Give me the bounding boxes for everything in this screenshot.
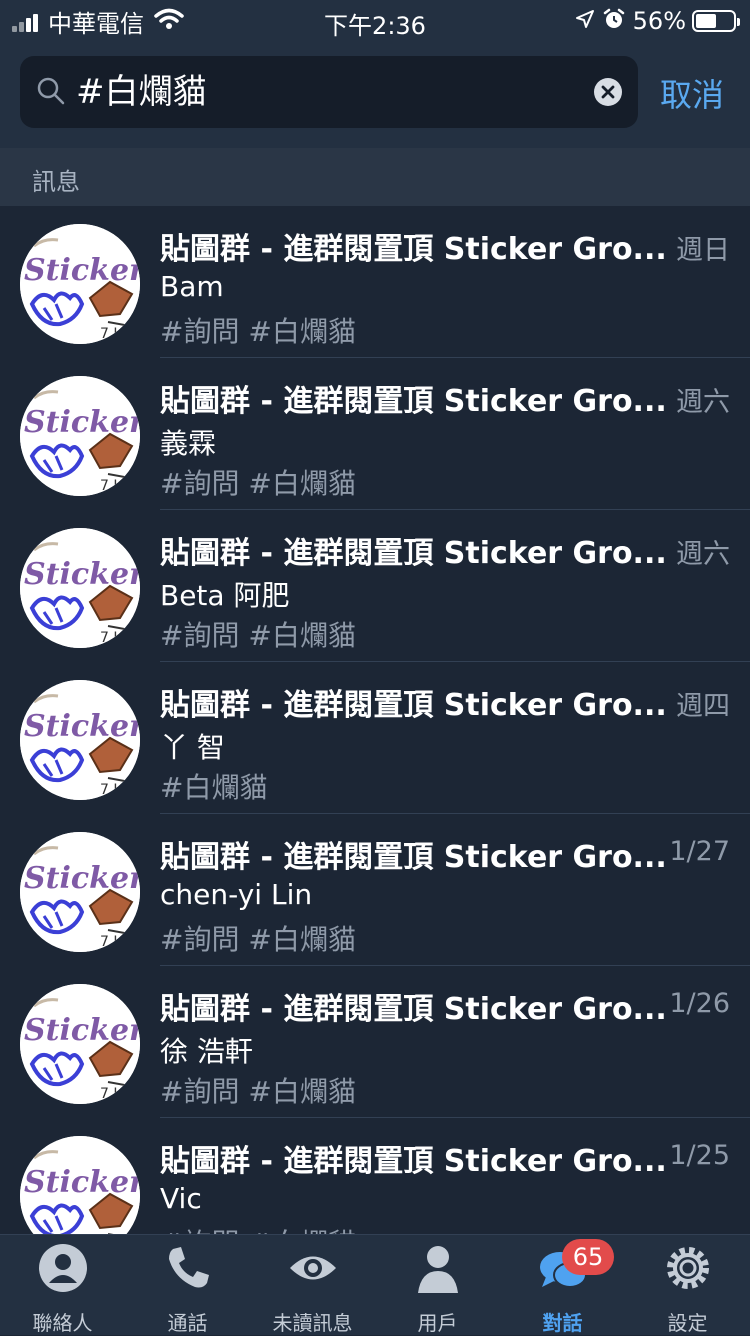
result-row[interactable]: Stickers 7 J. 貼圖群 - 進群閱置頂 Sticker Gro... 週日… xyxy=(0,206,750,358)
section-title: 訊息 xyxy=(32,168,80,196)
search-bar: #白爛貓 取消 xyxy=(0,40,750,148)
tab-chats[interactable]: 對話 65 xyxy=(500,1235,625,1335)
battery-icon xyxy=(692,10,740,32)
message-preview: #詢問 #白爛貓 xyxy=(160,1222,356,1234)
svg-text:Stickers: Stickers xyxy=(24,405,140,440)
tab-label: 用戶 xyxy=(417,1311,458,1335)
search-icon xyxy=(36,76,66,110)
user-icon xyxy=(413,1243,463,1293)
avatar: Stickers 7 J. xyxy=(20,376,140,496)
sender-name: Bam xyxy=(160,270,224,303)
result-row[interactable]: Stickers 7 J. 貼圖群 - 進群閱置頂 Sticker Gro...1/… xyxy=(0,966,750,1118)
eye-icon xyxy=(288,1243,338,1293)
message-preview: #詢問 #白爛貓 xyxy=(160,619,356,652)
svg-text:7 J.: 7 J. xyxy=(100,478,122,494)
tab-label: 未讀訊息 xyxy=(272,1311,353,1335)
message-preview: #詢問 #白爛貓 xyxy=(160,923,356,956)
avatar: Stickers7 J. xyxy=(20,1136,140,1234)
tab-label: 通話 xyxy=(167,1311,208,1335)
sender-name: 丫 智 xyxy=(160,731,225,764)
section-header: 訊息 xyxy=(0,148,750,206)
svg-text:Stickers: Stickers xyxy=(24,1165,140,1200)
search-query: #白爛貓 xyxy=(76,72,207,112)
tab-phone[interactable]: 通話 xyxy=(125,1235,250,1335)
sender-name: 徐 浩軒 xyxy=(160,1035,253,1068)
message-date: 週四 xyxy=(676,691,730,722)
avatar: Stickers 7 J. xyxy=(20,224,140,344)
message-date: 1/25 xyxy=(669,1140,730,1171)
phone-icon xyxy=(163,1243,213,1293)
result-row[interactable]: Stickers 7 J. 貼圖群 - 進群閱置頂 Sticker Gro... 週四… xyxy=(0,662,750,814)
result-row[interactable]: Stickers 7 J. 貼圖群 - 進群閱置頂 Sticker Gro... 週六… xyxy=(0,510,750,662)
sender-name: Vic xyxy=(160,1182,202,1215)
avatar: Stickers 7 J. xyxy=(20,984,140,1104)
svg-text:Stickers: Stickers xyxy=(24,557,140,592)
tab-user[interactable]: 用戶 xyxy=(375,1235,500,1335)
message-preview: #詢問 #白爛貓 xyxy=(160,315,356,348)
clear-icon[interactable] xyxy=(594,78,622,106)
contacts-icon xyxy=(38,1243,88,1293)
message-date: 週六 xyxy=(676,387,730,418)
tab-bar: 聯絡人 通話 未讀訊息 用戶 對話 65 設定 xyxy=(0,1234,750,1335)
svg-text:7 J.: 7 J. xyxy=(100,326,122,342)
location-icon xyxy=(575,9,595,33)
avatar: Stickers 7 J. xyxy=(20,680,140,800)
alarm-icon xyxy=(603,8,625,34)
svg-text:7 J.: 7 J. xyxy=(100,630,122,646)
chat-title: 貼圖群 - 進群閱置頂 Sticker Gro... xyxy=(160,1144,667,1179)
message-date: 週六 xyxy=(676,539,730,570)
message-date: 1/27 xyxy=(669,836,730,867)
status-bar: 中華電信 下午2:36 56% xyxy=(0,0,750,40)
search-input[interactable]: #白爛貓 xyxy=(20,56,638,128)
svg-text:Stickers: Stickers xyxy=(24,861,140,896)
chat-title: 貼圖群 - 進群閱置頂 Sticker Gro... xyxy=(160,232,667,267)
message-date: 週日 xyxy=(676,235,730,266)
chat-title: 貼圖群 - 進群閱置頂 Sticker Gro... xyxy=(160,840,667,875)
svg-text:Stickers: Stickers xyxy=(24,253,140,288)
tab-label: 設定 xyxy=(667,1311,708,1335)
svg-text:7 J.: 7 J. xyxy=(100,782,122,798)
sender-name: chen-yi Lin xyxy=(160,878,313,911)
svg-text:Stickers: Stickers xyxy=(24,1013,140,1048)
sender-name: Beta 阿肥 xyxy=(160,579,290,612)
tab-settings[interactable]: 設定 xyxy=(625,1235,750,1335)
settings-icon xyxy=(663,1243,713,1293)
message-date: 1/26 xyxy=(669,988,730,1019)
chat-title: 貼圖群 - 進群閱置頂 Sticker Gro... xyxy=(160,384,667,419)
chat-title: 貼圖群 - 進群閱置頂 Sticker Gro... xyxy=(160,536,667,571)
avatar: Stickers 7 J. xyxy=(20,832,140,952)
avatar: Stickers 7 J. xyxy=(20,528,140,648)
svg-text:7 J.: 7 J. xyxy=(100,1086,122,1102)
message-preview: #詢問 #白爛貓 xyxy=(160,1075,356,1108)
result-row[interactable]: Stickers 7 J. 貼圖群 - 進群閱置頂 Sticker Gro...1/… xyxy=(0,814,750,966)
battery-percent: 56% xyxy=(632,7,686,35)
chat-title: 貼圖群 - 進群閱置頂 Sticker Gro... xyxy=(160,992,667,1027)
sender-name: 義霖 xyxy=(160,427,217,460)
result-row[interactable]: Stickers7 J. 貼圖群 - 進群閱置頂 Sticker Gro...1/… xyxy=(0,1118,750,1234)
svg-text:7 J.: 7 J. xyxy=(100,934,122,950)
chat-title: 貼圖群 - 進群閱置頂 Sticker Gro... xyxy=(160,688,667,723)
result-row[interactable]: Stickers 7 J. 貼圖群 - 進群閱置頂 Sticker Gro... 週六… xyxy=(0,358,750,510)
tab-label: 對話 xyxy=(542,1311,583,1335)
tab-contacts[interactable]: 聯絡人 xyxy=(0,1235,125,1335)
svg-text:Stickers: Stickers xyxy=(24,709,140,744)
tab-eye[interactable]: 未讀訊息 xyxy=(250,1235,375,1335)
message-preview: #詢問 #白爛貓 xyxy=(160,467,356,500)
cancel-button[interactable]: 取消 xyxy=(660,70,724,116)
results-list: Stickers 7 J. 貼圖群 - 進群閱置頂 Sticker Gro... 週日… xyxy=(0,206,750,1234)
unread-badge: 65 xyxy=(562,1239,614,1275)
tab-label: 聯絡人 xyxy=(32,1311,93,1335)
message-preview: #白爛貓 xyxy=(160,771,268,804)
